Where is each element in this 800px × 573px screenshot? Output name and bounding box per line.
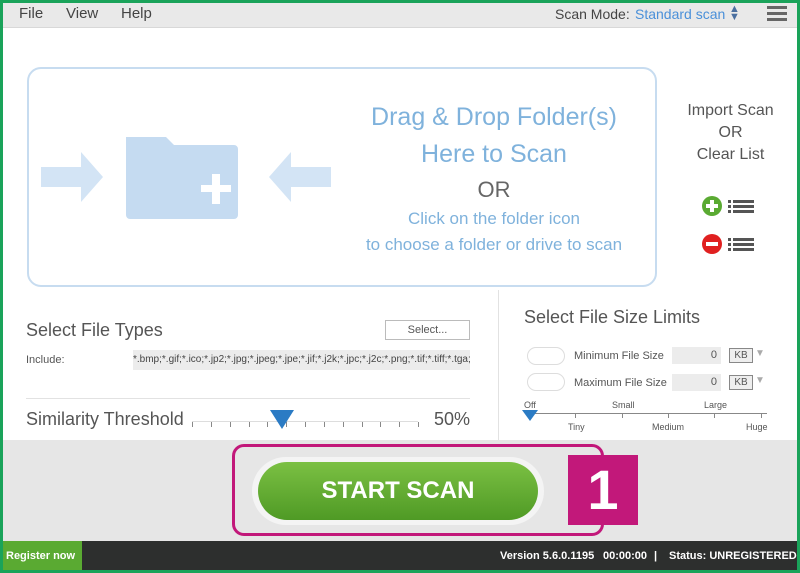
include-label: Include: xyxy=(26,354,65,366)
menu-help[interactable]: Help xyxy=(121,5,152,22)
callout-number: 1 xyxy=(568,455,638,525)
size-scale-slider[interactable]: Off Small Large Tiny Medium Huge xyxy=(522,400,772,435)
menu-view[interactable]: View xyxy=(66,5,98,22)
drop-hint-2: to choose a folder or drive to scan xyxy=(365,235,623,254)
include-field[interactable]: *.bmp;*.gif;*.ico;*.jp2;*.jpg;*.jpeg;*.j… xyxy=(133,350,470,370)
clear-list-label: Clear List xyxy=(696,146,765,163)
similarity-value: 50% xyxy=(434,409,471,429)
select-file-types-button[interactable]: Select... xyxy=(385,320,470,340)
size-slider-handle[interactable] xyxy=(522,410,538,422)
slider-tick xyxy=(267,422,269,427)
drop-zone[interactable]: Drag & Drop Folder(s) Here to Scan OR Cl… xyxy=(27,67,657,287)
min-size-unit[interactable]: KB xyxy=(729,348,753,363)
updown-icon[interactable]: ▲ ▼ xyxy=(729,4,740,23)
import-clear-text: Import Scan OR Clear List xyxy=(668,100,793,166)
slider-tick xyxy=(210,422,212,427)
drop-or: OR xyxy=(477,177,511,202)
scale-large: Large xyxy=(704,400,728,410)
drop-title-2: Here to Scan xyxy=(421,140,567,168)
scale-huge: Huge xyxy=(746,422,768,432)
callout-highlight xyxy=(232,444,604,536)
max-size-unit[interactable]: KB xyxy=(729,375,753,390)
max-size-input[interactable]: 0 xyxy=(672,374,721,391)
menu-bar: File View Help Scan Mode: Standard scan … xyxy=(0,0,800,28)
max-size-label: Maximum File Size xyxy=(574,377,667,389)
slider-tick xyxy=(380,422,382,427)
slider-tick xyxy=(192,422,193,427)
slider-tick xyxy=(305,422,306,427)
similarity-label: Similarity Threshold xyxy=(26,409,184,429)
scan-mode-label: Scan Mode: xyxy=(555,6,630,22)
slider-tick xyxy=(248,422,250,427)
slider-tick xyxy=(342,422,344,427)
import-or: OR xyxy=(718,124,743,141)
status-bar: Register now Version 5.6.0.1195 00:00:00… xyxy=(0,541,800,571)
drop-title-1: Drag & Drop Folder(s) xyxy=(371,103,617,131)
register-now-button[interactable]: Register now xyxy=(0,541,82,571)
menu-file[interactable]: File xyxy=(19,5,43,22)
import-list-icon[interactable] xyxy=(702,195,756,217)
similarity-slider-handle[interactable] xyxy=(270,410,294,430)
size-limits-title: Select File Size Limits xyxy=(524,307,701,327)
slider-tick xyxy=(399,422,401,427)
scan-mode-select[interactable]: Standard scan xyxy=(635,6,725,22)
hamburger-menu-icon[interactable] xyxy=(767,6,787,21)
section-divider xyxy=(26,398,470,399)
max-size-toggle[interactable] xyxy=(527,373,565,391)
scale-tiny: Tiny xyxy=(568,422,585,432)
scale-small: Small xyxy=(612,400,635,410)
min-unit-dropdown-icon[interactable]: ▼ xyxy=(755,348,765,359)
slider-tick xyxy=(361,422,363,427)
divider xyxy=(498,290,499,440)
file-types-title: Select File Types xyxy=(26,320,163,340)
folder-drop-icon[interactable] xyxy=(41,127,331,227)
status-separator: | xyxy=(654,550,658,562)
max-unit-dropdown-icon[interactable]: ▼ xyxy=(755,375,765,386)
version-text: Version 5.6.0.1195 xyxy=(500,550,595,562)
timer-text: 00:00:00 xyxy=(603,550,648,562)
clear-list-icon[interactable] xyxy=(702,233,756,255)
slider-tick xyxy=(418,422,419,427)
status-text: Status: UNREGISTERED xyxy=(669,550,797,562)
slider-tick xyxy=(229,422,231,427)
min-size-input[interactable]: 0 xyxy=(672,347,721,364)
min-size-label: Minimum File Size xyxy=(574,350,664,362)
similarity-slider[interactable] xyxy=(192,410,419,429)
slider-tick xyxy=(323,422,325,427)
drop-hint-1: Click on the folder icon xyxy=(408,209,580,228)
import-scan-label: Import Scan xyxy=(687,102,774,119)
min-size-toggle[interactable] xyxy=(527,347,565,365)
scale-medium: Medium xyxy=(652,422,685,432)
scale-off: Off xyxy=(524,400,536,410)
